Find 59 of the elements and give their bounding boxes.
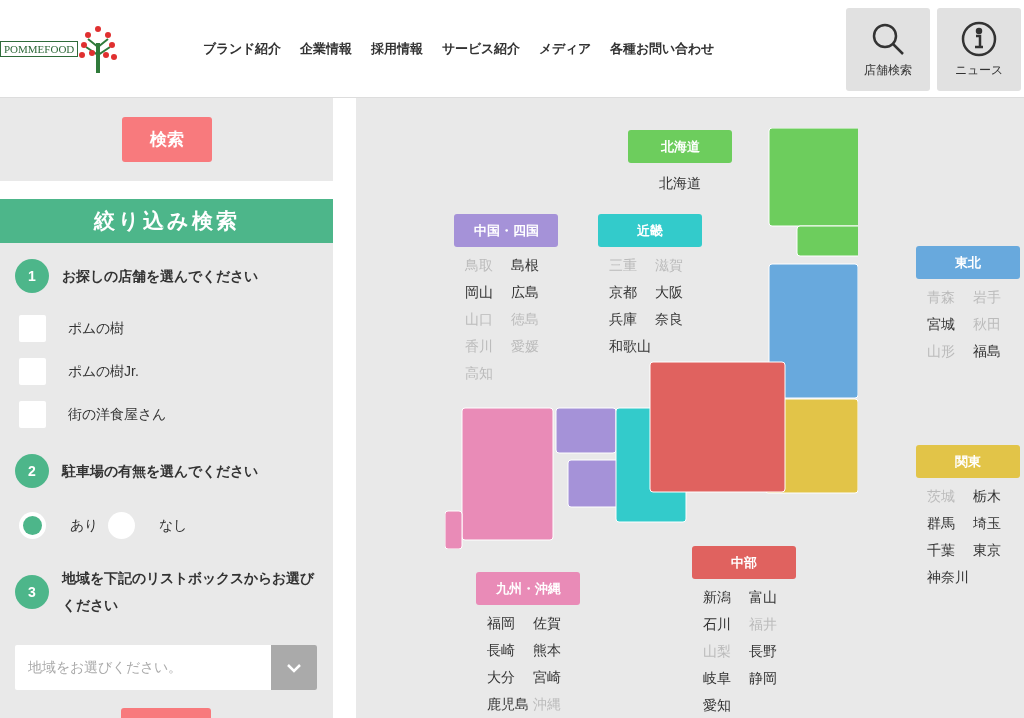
prefecture-link[interactable]: 福島: [973, 338, 1019, 365]
checkbox-label: ポムの樹Jr.: [68, 362, 139, 381]
prefecture-link[interactable]: 和歌山: [609, 333, 655, 360]
prefecture-link[interactable]: 京都: [609, 279, 655, 306]
prefecture-link[interactable]: 北海道: [659, 170, 701, 197]
news-button[interactable]: ニュース: [937, 8, 1021, 91]
prefecture-link[interactable]: 富山: [749, 584, 795, 611]
prefecture-link[interactable]: 栃木: [973, 483, 1019, 510]
prefecture-link[interactable]: 神奈川: [927, 564, 973, 591]
prefecture-link[interactable]: 島根: [511, 252, 557, 279]
info-icon: [961, 20, 997, 57]
prefecture-link[interactable]: 東京: [973, 537, 1019, 564]
nav-link[interactable]: 各種お問い合わせ: [610, 38, 714, 59]
nav-link[interactable]: メディア: [539, 38, 591, 59]
step-title: 地域を下記のリストボックスからお選びください: [62, 569, 316, 615]
prefecture-link[interactable]: 大分: [487, 664, 533, 691]
nav-link[interactable]: 企業情報: [300, 38, 352, 59]
prefecture-link[interactable]: 宮崎: [533, 664, 579, 691]
nav-link[interactable]: サービス紹介: [442, 38, 520, 59]
prefecture-link[interactable]: 鹿児島: [487, 691, 533, 718]
logo[interactable]: POMMEFOOD: [0, 40, 79, 57]
step-title: お探しの店舗を選んでください: [62, 266, 259, 286]
step-title: 駐車場の有無を選んでください: [62, 461, 259, 481]
step-number: 3: [15, 575, 49, 609]
prefecture-link[interactable]: 岐阜: [703, 665, 749, 692]
prefecture-link[interactable]: 宮城: [927, 311, 973, 338]
prefecture-link[interactable]: 熊本: [533, 637, 579, 664]
checkbox-label: 街の洋食屋さん: [68, 405, 166, 424]
prefecture-link[interactable]: 福岡: [487, 610, 533, 637]
prefecture-link[interactable]: 奈良: [655, 306, 701, 333]
store-search-button[interactable]: 店舗検索: [846, 8, 930, 91]
prefecture-link[interactable]: 愛知: [703, 692, 749, 718]
prefecture-link[interactable]: 新潟: [703, 584, 749, 611]
checkbox-label: ポムの樹: [68, 319, 124, 338]
prefecture-link[interactable]: 兵庫: [609, 306, 655, 333]
region-select[interactable]: 地域をお選びください。: [15, 645, 317, 690]
nav-link[interactable]: 採用情報: [371, 38, 423, 59]
radio-label: あり: [70, 516, 98, 535]
radio-label: なし: [159, 516, 187, 535]
prefecture-link[interactable]: 佐賀: [533, 610, 579, 637]
step-number: 2: [15, 454, 49, 488]
prefecture-link[interactable]: 長野: [749, 638, 795, 665]
nav-link[interactable]: ブランド紹介: [203, 38, 281, 59]
prefecture-link[interactable]: 長崎: [487, 637, 533, 664]
prefecture-link[interactable]: 千葉: [927, 537, 973, 564]
prefecture-link[interactable]: 石川: [703, 611, 749, 638]
prefecture-link[interactable]: 埼玉: [973, 510, 1019, 537]
tree-logo-icon: [78, 24, 119, 73]
search-button-partial[interactable]: [121, 708, 211, 718]
prefecture-link[interactable]: 群馬: [927, 510, 973, 537]
step-number: 1: [15, 259, 49, 293]
prefecture-link[interactable]: 岡山: [465, 279, 511, 306]
chevron-down-icon: [271, 645, 317, 690]
radio-button[interactable]: [19, 512, 46, 539]
region-select-input[interactable]: 地域をお選びください。: [15, 645, 271, 690]
prefecture-link[interactable]: 広島: [511, 279, 557, 306]
prefecture-link[interactable]: 静岡: [749, 665, 795, 692]
filter-title: 絞り込み検索: [0, 199, 333, 243]
prefecture-link[interactable]: 大阪: [655, 279, 701, 306]
